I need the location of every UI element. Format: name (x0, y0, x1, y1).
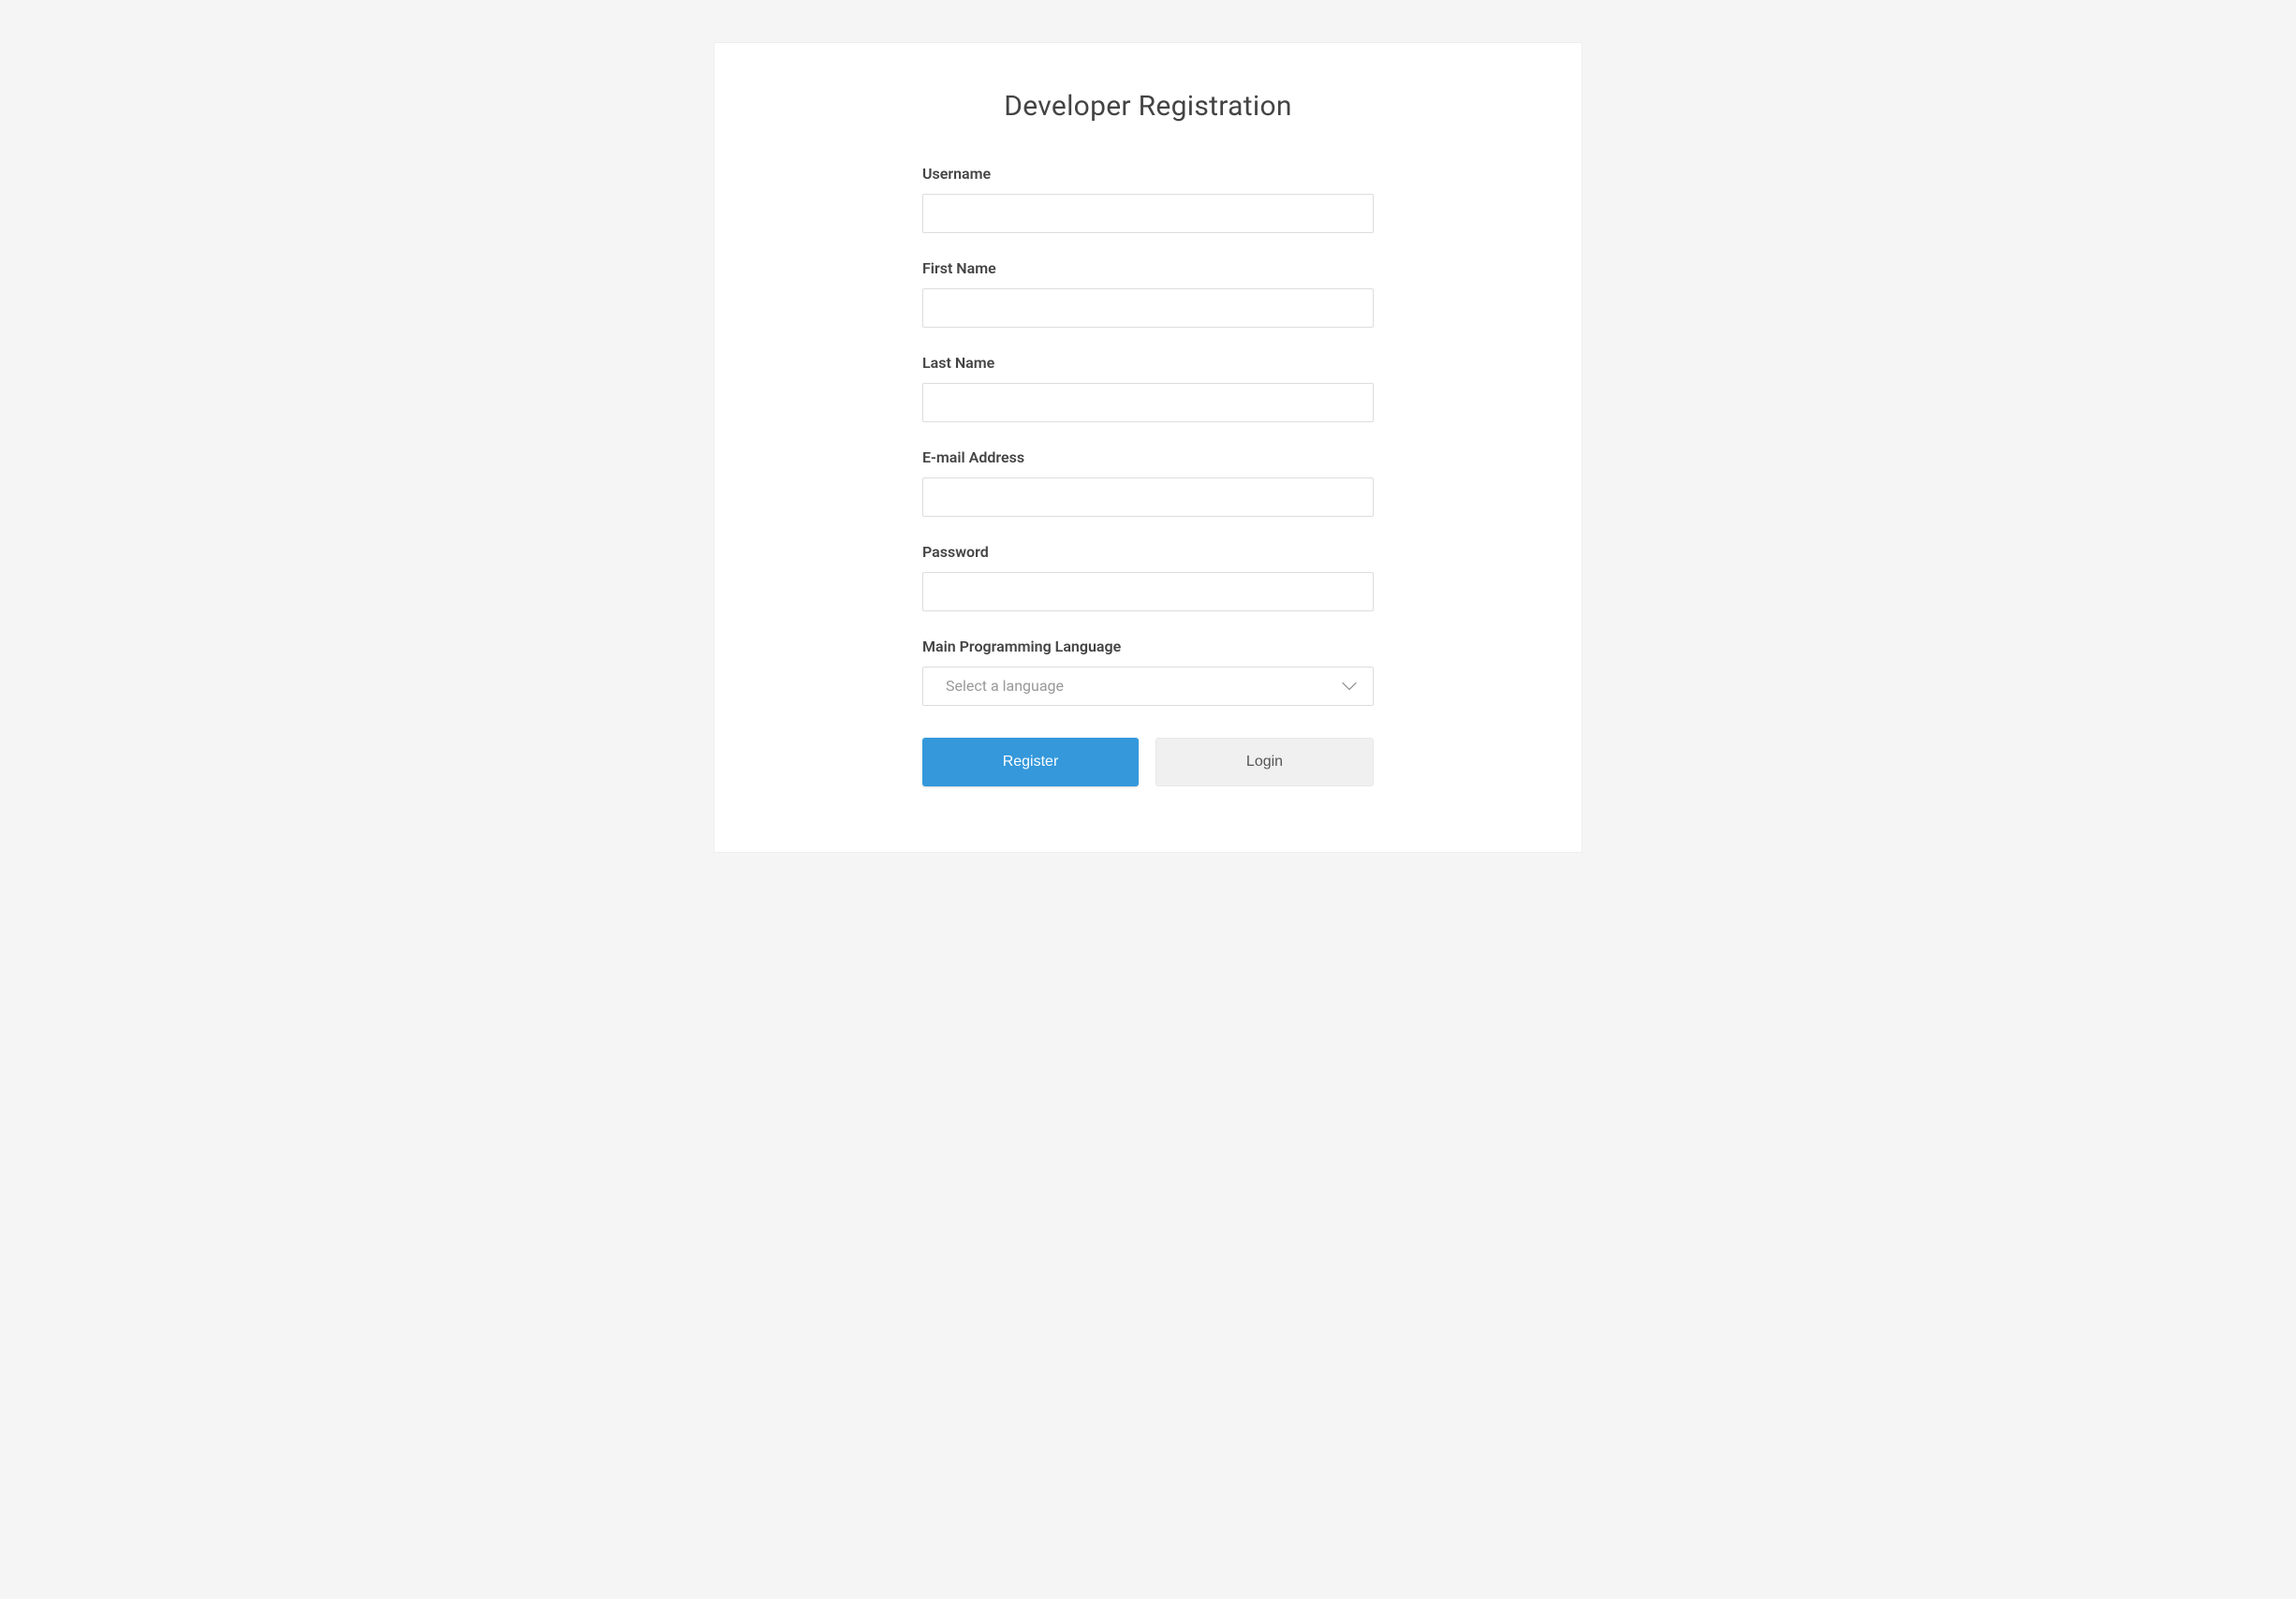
username-input[interactable] (922, 194, 1374, 233)
first-name-label: First Name (922, 259, 1374, 277)
first-name-group: First Name (922, 259, 1374, 328)
language-select[interactable]: Select a language (922, 667, 1374, 706)
last-name-label: Last Name (922, 354, 1374, 372)
page-title: Developer Registration (714, 90, 1582, 123)
email-input[interactable] (922, 477, 1374, 517)
language-group: Main Programming Language Select a langu… (922, 638, 1374, 706)
last-name-input[interactable] (922, 383, 1374, 422)
login-button[interactable]: Login (1155, 738, 1374, 786)
language-select-wrapper: Select a language (922, 667, 1374, 706)
language-label: Main Programming Language (922, 638, 1374, 655)
password-label: Password (922, 543, 1374, 561)
email-label: E-mail Address (922, 448, 1374, 466)
first-name-input[interactable] (922, 288, 1374, 328)
last-name-group: Last Name (922, 354, 1374, 422)
register-button[interactable]: Register (922, 738, 1139, 786)
email-group: E-mail Address (922, 448, 1374, 517)
password-input[interactable] (922, 572, 1374, 611)
registration-card: Developer Registration Username First Na… (714, 42, 1582, 853)
username-label: Username (922, 165, 1374, 183)
password-group: Password (922, 543, 1374, 611)
username-group: Username (922, 165, 1374, 233)
button-row: Register Login (922, 738, 1374, 786)
registration-form: Username First Name Last Name E-mail Add… (922, 165, 1374, 786)
